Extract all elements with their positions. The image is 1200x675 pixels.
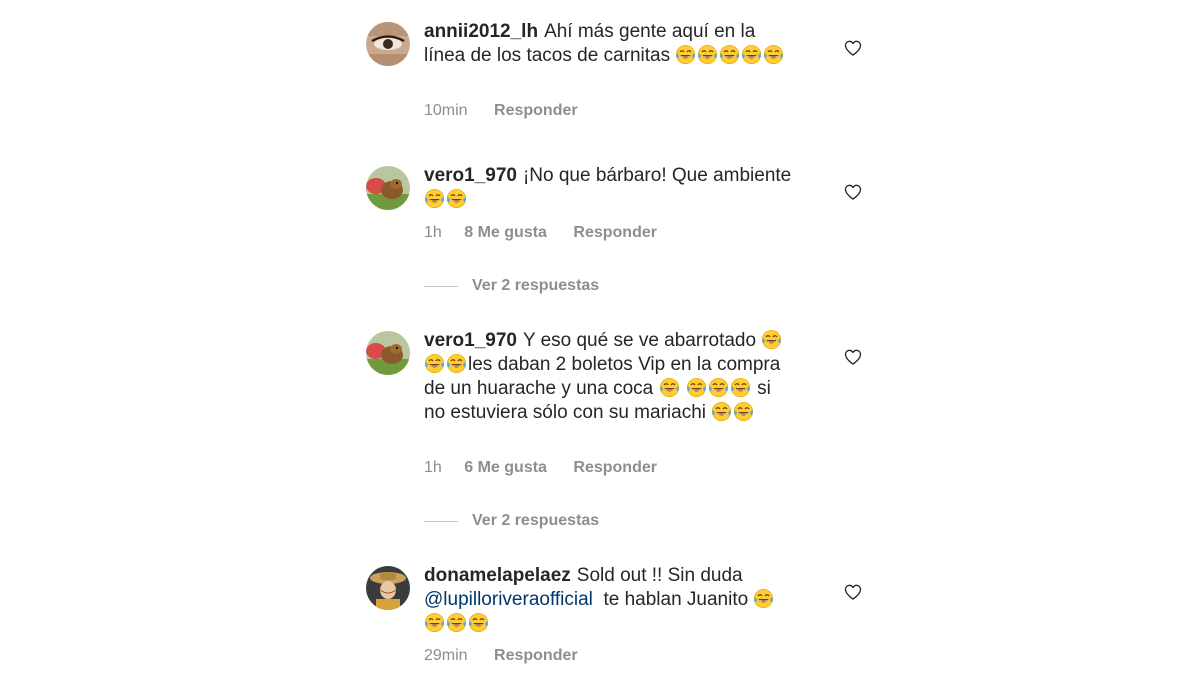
comment-text: te hablan Juanito [603,589,749,610]
avatar[interactable] [366,166,410,210]
face-with-tears-of-joy-icon [730,377,751,398]
reply-button[interactable]: Responder [494,102,578,120]
heart-outline-icon[interactable] [843,38,863,58]
comment-text: ¡No que bárbaro! Que ambiente [522,165,792,186]
comment-meta: 10min Responder [424,102,578,120]
comment-time: 29min [424,647,468,664]
comment-username[interactable]: vero1_970 [424,330,517,351]
comment-time: 1h [424,224,442,241]
comment-body: vero1_970 ¡No que bárbaro! Que ambiente [424,164,794,212]
comment-body: vero1_970 Y eso qué se ve abarrotado les … [424,329,794,425]
face-with-tears-of-joy-icon [675,44,696,65]
avatar[interactable] [366,331,410,375]
avatar-eye-photo-icon [366,22,410,66]
view-replies-button[interactable]: Ver 2 respuestas [424,512,599,530]
comment-username[interactable]: annii2012_lh [424,21,538,42]
comment-time: 10min [424,102,468,119]
reply-button[interactable]: Responder [573,224,657,242]
face-with-tears-of-joy-icon [733,401,754,422]
comment-username[interactable]: donamelapelaez [424,565,571,586]
avatar[interactable] [366,22,410,66]
face-with-tears-of-joy-icon [763,44,784,65]
comment-time: 1h [424,459,442,476]
view-replies-button[interactable]: Ver 2 respuestas [424,277,599,295]
view-replies-label: Ver 2 respuestas [472,512,600,529]
face-with-tears-of-joy-icon [446,612,467,633]
avatar-dog-photo-icon [366,331,410,375]
face-with-tears-of-joy-icon [424,188,445,209]
comment-meta: 29min Responder [424,647,578,665]
face-with-tears-of-joy-icon [424,612,445,633]
comment-username[interactable]: vero1_970 [424,165,517,186]
avatar-woman-hat-photo-icon [366,566,410,610]
view-replies-label: Ver 2 respuestas [472,277,600,294]
likes-count[interactable]: 8 Me gusta [464,224,547,242]
likes-count[interactable]: 6 Me gusta [464,459,547,477]
divider-line [424,285,458,287]
heart-outline-icon[interactable] [843,582,863,602]
reply-button[interactable]: Responder [494,647,578,665]
face-with-tears-of-joy-icon [468,612,489,633]
comment-text: Sold out !! Sin duda [576,565,743,586]
mention-link[interactable]: @lupilloriveraofficial [424,589,593,610]
avatar[interactable] [366,566,410,610]
face-with-tears-of-joy-icon [741,44,762,65]
avatar-dog-photo-icon [366,166,410,210]
comment-text: Y eso qué se ve abarrotado [522,330,757,351]
face-with-tears-of-joy-icon [686,377,707,398]
face-with-tears-of-joy-icon [761,329,782,350]
face-with-tears-of-joy-icon [753,588,774,609]
face-with-tears-of-joy-icon [446,188,467,209]
divider-line [424,520,458,522]
face-with-tears-of-joy-icon [446,353,467,374]
comment-body: donamelapelaez Sold out !! Sin duda @lupi… [424,564,794,636]
face-with-tears-of-joy-icon [711,401,732,422]
face-with-tears-of-joy-icon [424,353,445,374]
reply-button[interactable]: Responder [573,459,657,477]
heart-outline-icon[interactable] [843,347,863,367]
comment-meta: 1h 6 Me gusta Responder [424,459,657,477]
face-with-tears-of-joy-icon [659,377,680,398]
heart-outline-icon[interactable] [843,182,863,202]
face-with-tears-of-joy-icon [708,377,729,398]
comment-meta: 1h 8 Me gusta Responder [424,224,657,242]
comment-body: annii2012_lh Ahí más gente aquí en la lín… [424,20,794,68]
face-with-tears-of-joy-icon [719,44,740,65]
face-with-tears-of-joy-icon [697,44,718,65]
